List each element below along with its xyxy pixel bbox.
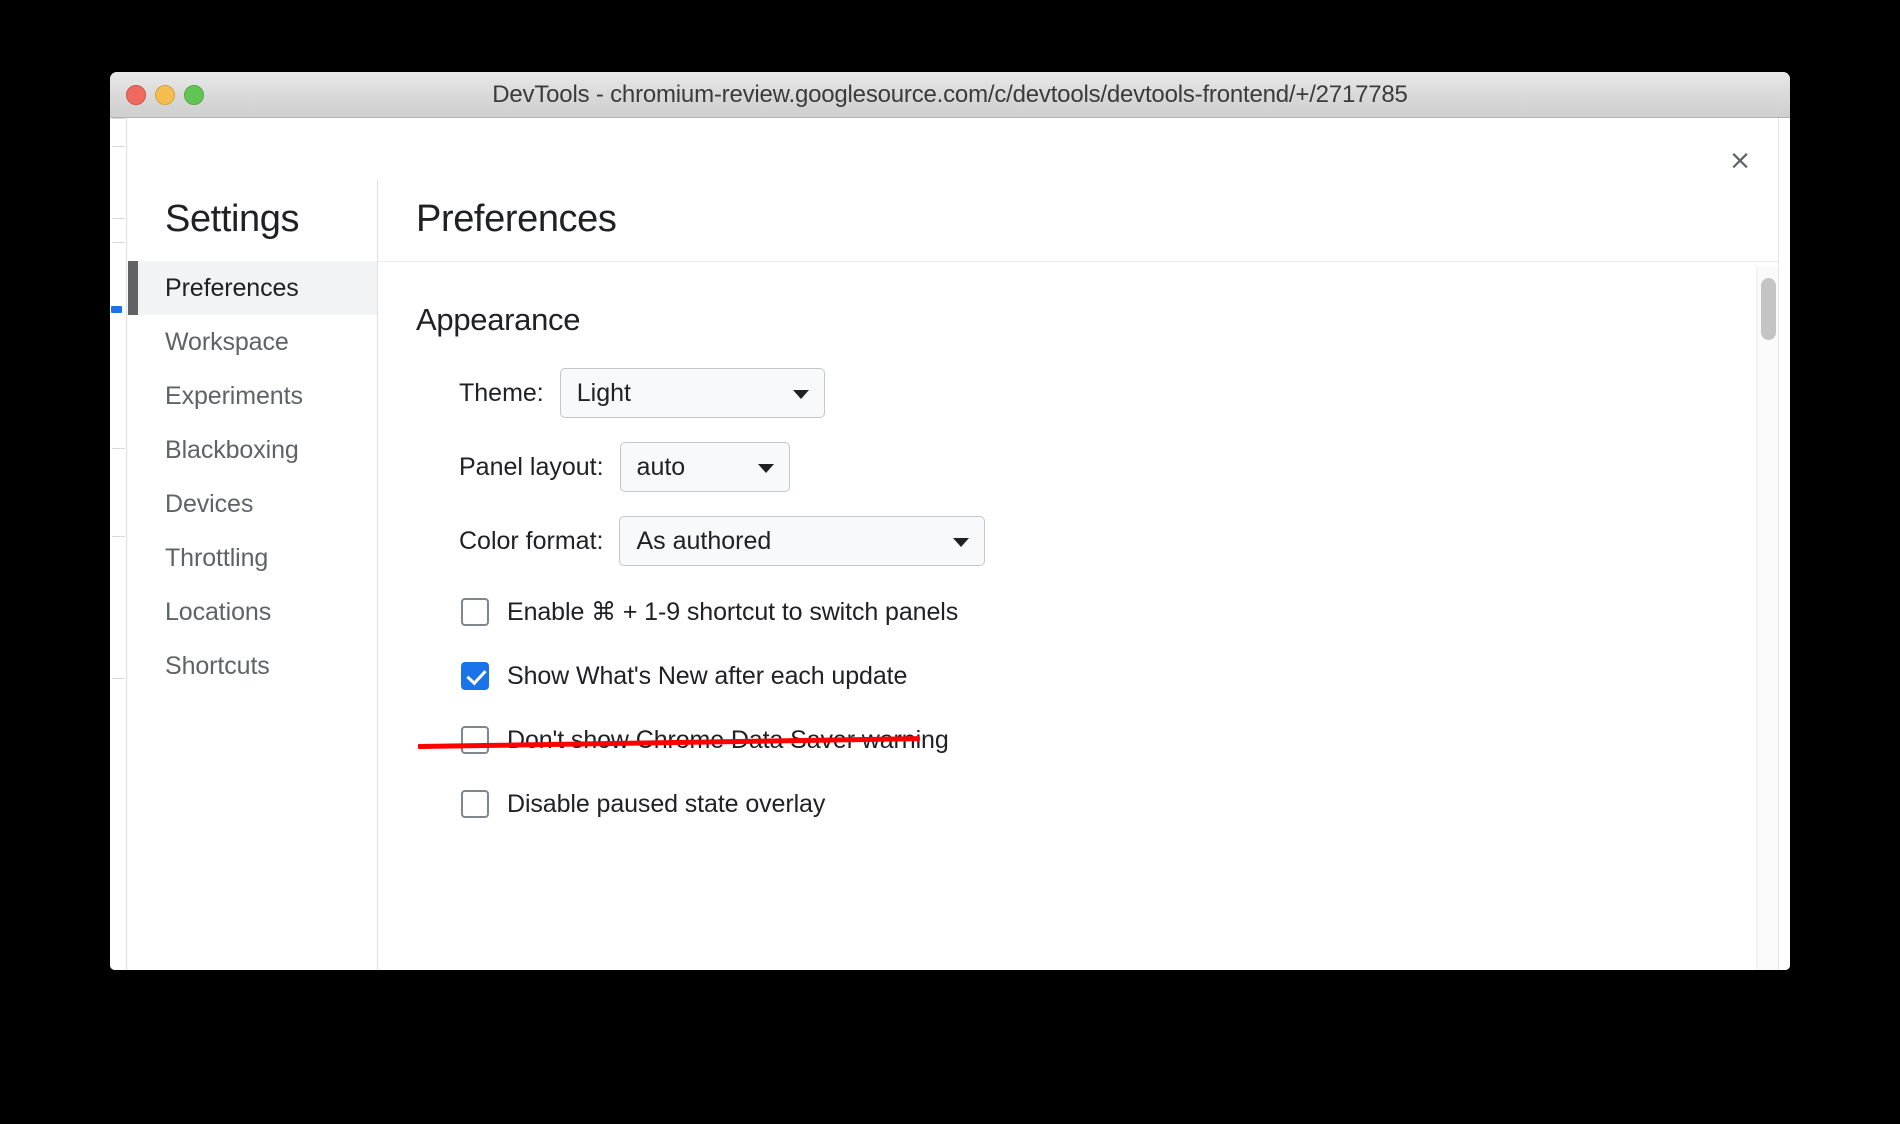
settings-sidebar: Settings Preferences Workspace Experimen…: [128, 180, 378, 970]
sidebar-item-experiments[interactable]: Experiments: [128, 369, 377, 423]
checkbox-show-whats-new[interactable]: [461, 662, 489, 690]
settings-heading: Settings: [165, 198, 300, 240]
chevron-down-icon: [953, 538, 970, 547]
dialog-close-row: ×: [128, 118, 1790, 180]
settings-dialog: × Settings Preferences Workspace Experim…: [128, 118, 1790, 970]
content-inner: Appearance Theme: Light Panel layout: au…: [378, 262, 1790, 826]
checkbox-data-saver-warning[interactable]: [461, 726, 489, 754]
color-format-field-row: Color format: As authored: [416, 516, 1790, 566]
window-title: DevTools - chromium-review.googlesource.…: [492, 80, 1408, 108]
checkbox-row-enable-shortcut[interactable]: Enable ⌘ + 1-9 shortcut to switch panels: [416, 590, 1790, 634]
chevron-down-icon: [757, 464, 774, 473]
content-scroll-area: Appearance Theme: Light Panel layout: au…: [378, 261, 1790, 970]
screen-background: DevTools - chromium-review.googlesource.…: [0, 0, 1900, 1124]
sidebar-item-workspace[interactable]: Workspace: [128, 315, 377, 369]
sidebar-item-label: Preferences: [165, 273, 299, 302]
checkbox-label: Disable paused state overlay: [507, 789, 826, 818]
color-format-select-value: As authored: [636, 526, 772, 555]
theme-select-value: Light: [576, 378, 631, 407]
theme-select[interactable]: Light: [559, 368, 825, 418]
section-title-appearance: Appearance: [416, 302, 581, 337]
zoom-window-button[interactable]: [184, 84, 204, 105]
window-titlebar: DevTools - chromium-review.googlesource.…: [110, 72, 1790, 118]
sidebar-item-label: Workspace: [165, 327, 289, 356]
sidebar-item-locations[interactable]: Locations: [128, 585, 377, 639]
settings-content: Preferences Appearance Theme: Light Pane…: [378, 180, 1790, 970]
checkbox-disable-paused-overlay[interactable]: [461, 790, 489, 818]
sidebar-item-label: Shortcuts: [165, 651, 270, 680]
content-scrollbar[interactable]: [1756, 266, 1778, 970]
sidebar-item-label: Blackboxing: [165, 435, 299, 464]
sidebar-item-label: Devices: [165, 489, 254, 518]
sidebar-item-label: Throttling: [165, 543, 269, 572]
devtools-window: DevTools - chromium-review.googlesource.…: [110, 72, 1790, 970]
panel-layout-select-value: auto: [636, 452, 686, 481]
dialog-main: Settings Preferences Workspace Experimen…: [128, 180, 1790, 970]
underlying-page-strip: [110, 118, 127, 970]
sidebar-item-blackboxing[interactable]: Blackboxing: [128, 423, 377, 477]
sidebar-item-label: Locations: [165, 597, 272, 626]
minimize-window-button[interactable]: [155, 84, 175, 105]
checkbox-row-disable-paused-overlay[interactable]: Disable paused state overlay: [416, 782, 1790, 826]
underlay-rule: [112, 536, 125, 537]
sidebar-item-preferences[interactable]: Preferences: [128, 261, 377, 315]
panel-layout-select[interactable]: auto: [619, 442, 790, 492]
checkbox-label: Enable ⌘ + 1-9 shortcut to switch panels: [507, 598, 959, 626]
checkbox-row-data-saver-warning[interactable]: Don't show Chrome Data Saver warning: [416, 718, 1790, 762]
panel-layout-field-row: Panel layout: auto: [416, 442, 1790, 492]
checkbox-enable-shortcut[interactable]: [461, 598, 489, 626]
theme-field-row: Theme: Light: [416, 368, 1790, 418]
checkbox-row-show-whats-new[interactable]: Show What's New after each update: [416, 654, 1790, 698]
underlay-rule: [112, 218, 125, 219]
color-format-select[interactable]: As authored: [619, 516, 986, 566]
underlay-rule: [112, 678, 125, 679]
underlay-rule: [112, 118, 125, 119]
underlay-rule: [112, 448, 125, 449]
close-window-button[interactable]: [126, 84, 146, 105]
checkbox-label: Don't show Chrome Data Saver warning: [507, 725, 949, 754]
sidebar-item-shortcuts[interactable]: Shortcuts: [128, 639, 377, 693]
sidebar-item-label: Experiments: [165, 381, 303, 410]
underlying-page-right-strip: [1778, 118, 1790, 970]
close-icon[interactable]: ×: [1723, 143, 1757, 177]
underlay-rule: [112, 146, 125, 147]
scrollbar-thumb[interactable]: [1761, 278, 1776, 340]
theme-label: Theme:: [459, 378, 544, 407]
page-title: Preferences: [416, 198, 617, 240]
window-body: × Settings Preferences Workspace Experim…: [110, 118, 1790, 970]
underlay-rule: [112, 242, 125, 243]
sidebar-item-throttling[interactable]: Throttling: [128, 531, 377, 585]
panel-layout-label: Panel layout:: [459, 452, 604, 481]
traffic-light-buttons: [126, 84, 204, 105]
checkbox-label: Show What's New after each update: [507, 661, 908, 690]
underlay-highlight-marker: [111, 306, 122, 313]
color-format-label: Color format:: [459, 526, 604, 555]
chevron-down-icon: [792, 390, 809, 399]
sidebar-item-devices[interactable]: Devices: [128, 477, 377, 531]
